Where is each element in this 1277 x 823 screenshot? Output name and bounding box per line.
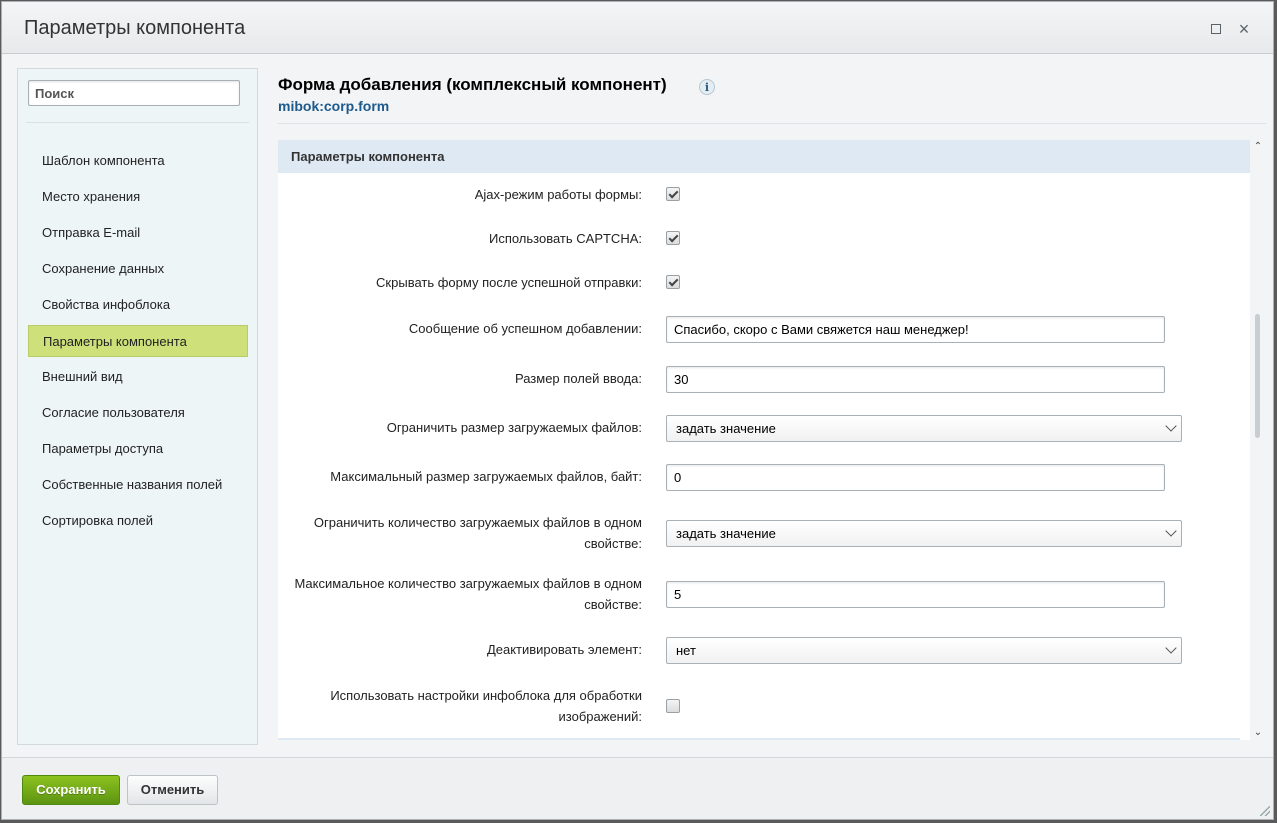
chevron-down-icon	[1165, 642, 1177, 654]
scroll-down-icon[interactable]: ⌄	[1253, 728, 1263, 738]
sidebar-item-storage[interactable]: Место хранения	[28, 181, 248, 213]
close-icon[interactable]: ×	[1235, 20, 1253, 38]
parameters-scroll-area[interactable]: Параметры компонента Ajax-режим работы ф…	[278, 140, 1250, 740]
select-value: задать значение	[676, 421, 776, 436]
main-divider	[278, 123, 1266, 124]
dialog-footer: Сохранить Отменить	[2, 757, 1273, 819]
select-value: задать значение	[676, 526, 776, 541]
sidebar-divider	[26, 122, 249, 123]
limit-file-size-select[interactable]: задать значение	[666, 415, 1182, 442]
param-label: Размер полей ввода:	[514, 371, 642, 386]
section-header: Параметры компонента	[278, 140, 1250, 173]
scroll-up-icon[interactable]: ⌃	[1253, 142, 1263, 152]
sidebar-item-access[interactable]: Параметры доступа	[28, 433, 248, 465]
ajax-checkbox[interactable]	[666, 187, 680, 201]
chevron-down-icon	[1165, 525, 1177, 537]
maximize-icon[interactable]	[1207, 20, 1225, 38]
component-parameters-dialog: Параметры компонента × Шаблон компонента…	[1, 1, 1274, 820]
resize-grip-icon[interactable]	[1260, 806, 1270, 816]
select-value: нет	[676, 643, 696, 658]
param-label: Максимальный размер загружаемых файлов, …	[330, 469, 642, 484]
deactivate-select[interactable]: нет	[666, 637, 1182, 664]
param-label: Скрывать форму после успешной отправки:	[376, 275, 642, 290]
limit-file-count-select[interactable]: задать значение	[666, 520, 1182, 547]
param-label: Использовать CAPTCHA:	[488, 231, 642, 246]
dialog-titlebar[interactable]: Параметры компонента ×	[2, 2, 1273, 54]
input-size-input[interactable]	[666, 366, 1165, 393]
sidebar-item-field-names[interactable]: Собственные названия полей	[28, 469, 248, 501]
cancel-button[interactable]: Отменить	[127, 775, 218, 805]
sidebar-item-email[interactable]: Отправка E-mail	[28, 217, 248, 249]
main-panel: Форма добавления (комплексный компонент)…	[278, 68, 1268, 748]
param-label: Максимальное количество загружаемых файл…	[294, 576, 642, 612]
sidebar-item-appearance[interactable]: Внешний вид	[28, 361, 248, 393]
section-footer	[278, 738, 1240, 740]
hide-form-checkbox[interactable]	[666, 275, 680, 289]
iblock-images-checkbox[interactable]	[666, 699, 680, 713]
search-input[interactable]	[28, 80, 240, 106]
info-icon[interactable]: i	[699, 79, 715, 95]
max-file-size-input[interactable]	[666, 464, 1165, 491]
sidebar-item-iblock-props[interactable]: Свойства инфоблока	[28, 289, 248, 321]
scrollbar-thumb[interactable]	[1255, 314, 1260, 438]
param-label: Ограничить размер загружаемых файлов:	[386, 420, 642, 435]
vertical-scrollbar[interactable]: ⌃ ⌄	[1252, 140, 1266, 745]
component-title: Форма добавления (комплексный компонент)	[278, 75, 667, 94]
param-label: Ограничить количество загружаемых файлов…	[313, 515, 642, 551]
dialog-title: Параметры компонента	[24, 17, 246, 39]
success-message-input[interactable]	[666, 316, 1165, 343]
sidebar-item-template[interactable]: Шаблон компонента	[28, 145, 248, 177]
captcha-checkbox[interactable]	[666, 231, 680, 245]
sidebar-item-user-consent[interactable]: Согласие пользователя	[28, 397, 248, 429]
save-button[interactable]: Сохранить	[22, 775, 120, 805]
param-label: Деактивировать элемент:	[486, 642, 642, 657]
max-file-count-input[interactable]	[666, 581, 1165, 608]
sidebar-item-saving[interactable]: Сохранение данных	[28, 253, 248, 285]
param-label: Использовать настройки инфоблока для обр…	[330, 688, 642, 724]
chevron-down-icon	[1165, 420, 1177, 432]
sidebar-item-component-params[interactable]: Параметры компонента	[28, 325, 248, 357]
sidebar-item-field-sort[interactable]: Сортировка полей	[28, 505, 248, 537]
component-code: mibok:corp.form	[278, 98, 390, 114]
param-label: Сообщение об успешном добавлении:	[408, 321, 642, 336]
sidebar: Шаблон компонента Место хранения Отправк…	[17, 68, 258, 745]
sidebar-nav: Шаблон компонента Место хранения Отправк…	[28, 145, 248, 541]
param-label: Ajax-режим работы формы:	[474, 187, 642, 202]
